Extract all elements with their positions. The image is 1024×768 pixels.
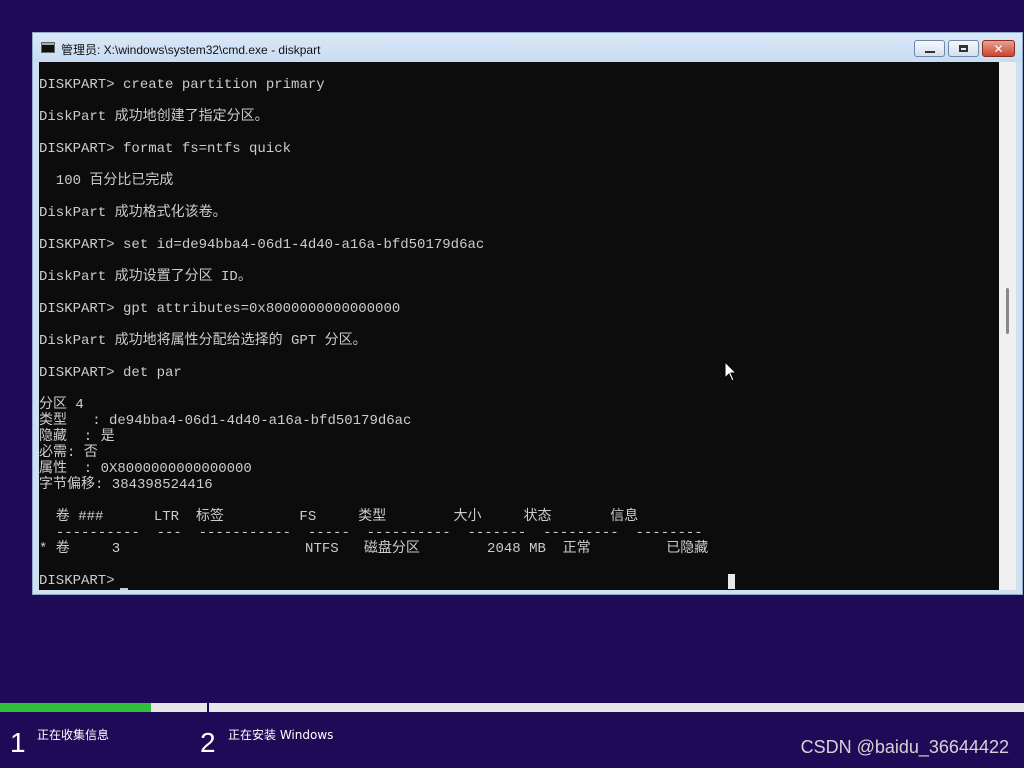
close-icon: ✕ [993,41,1004,56]
console-line: DiskPart 成功格式化该卷。 [39,205,227,221]
maximize-button[interactable] [948,40,979,57]
console-line: ---------- --- ----------- ----- -------… [39,525,703,541]
console-line: DISKPART> det par [39,365,182,381]
minimize-icon [924,50,935,53]
console-line: DISKPART> format fs=ntfs quick [39,141,292,157]
console-line: 必需: 否 [39,445,98,461]
install-progress-bar [0,703,1024,712]
install-progress-fill [0,703,151,712]
window-title: 管理员: X:\windows\system32\cmd.exe - diskp… [61,43,321,57]
maximize-icon [959,45,968,52]
console-lines: DISKPART> create partition primary DiskPa… [39,77,708,589]
title-bar[interactable]: 管理员: X:\windows\system32\cmd.exe - diskp… [33,33,1022,62]
console-line: 类型 : de94bba4-06d1-4d40-a16a-bfd50179d6a… [39,413,412,429]
input-caret [120,588,128,590]
scrollbar-thumb[interactable] [1006,288,1009,334]
step-number: 2 [200,727,216,758]
console-scrollbar[interactable] [999,62,1016,590]
progress-step-divider [207,700,209,714]
console-line: 隐藏 : 是 [39,429,115,445]
console-line: 字节偏移: 384398524416 [39,477,213,493]
console-line: 分区 4 [39,397,84,413]
console-line: DiskPart 成功地将属性分配给选择的 GPT 分区。 [39,333,367,349]
console-line: * 卷 3 NTFS 磁盘分区 2048 MB 正常 已隐藏 [39,541,709,557]
step-label: 正在安装 Windows [228,728,334,742]
step-number: 1 [10,727,26,758]
watermark: CSDN @baidu_36644422 [800,737,1009,757]
console-line: 100 百分比已完成 [39,173,174,189]
mouse-pointer-icon [724,361,738,382]
text-cursor-block [728,574,735,589]
console-line: DISKPART> set id=de94bba4-06d1-4d40-a16a… [39,237,485,253]
console-line: DISKPART> create partition primary [39,77,325,93]
console-line: 属性 : 0X8000000000000000 [39,461,252,477]
minimize-button[interactable] [914,40,945,57]
console-line: DiskPart 成功设置了分区 ID。 [39,269,252,285]
console-line: 卷 ### LTR 标签 FS 类型 大小 状态 信息 [39,509,639,525]
cmd-window: 管理员: X:\windows\system32\cmd.exe - diskp… [32,32,1023,595]
console-line: DISKPART> [39,573,124,589]
cmd-icon[interactable] [41,42,55,53]
close-button[interactable]: ✕ [982,40,1015,57]
console-line: DISKPART> gpt attributes=0x8000000000000… [39,301,401,317]
console-line: DiskPart 成功地创建了指定分区。 [39,109,269,125]
step-label: 正在收集信息 [37,728,110,742]
console-output[interactable]: DISKPART> create partition primary DiskPa… [39,62,999,590]
